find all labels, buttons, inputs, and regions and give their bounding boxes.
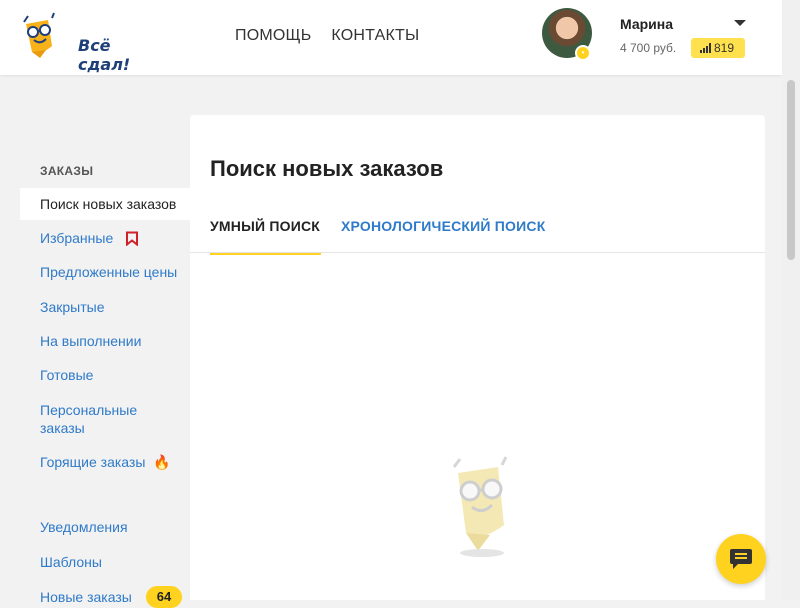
top-nav: ПОМОЩЬ КОНТАКТЫ bbox=[235, 27, 419, 45]
sidebar-item-label: Избранные bbox=[40, 230, 114, 246]
sidebar-item-search-new-orders[interactable]: Поиск новых заказов bbox=[20, 188, 190, 220]
rating-badge: 819 bbox=[691, 38, 745, 58]
sidebar-item-label: Поиск новых заказов bbox=[40, 196, 177, 212]
tab-chronological-search[interactable]: ХРОНОЛОГИЧЕСКИЙ ПОИСК bbox=[341, 215, 545, 252]
chevron-down-icon[interactable] bbox=[734, 20, 746, 26]
user-name: Марина bbox=[620, 16, 674, 32]
mascot-placeholder-icon bbox=[452, 456, 508, 557]
chat-button[interactable] bbox=[716, 534, 766, 584]
rating-value: 819 bbox=[714, 41, 735, 55]
sidebar-item-label: Горящие заказы bbox=[40, 454, 146, 470]
sidebar-item-ready[interactable]: Готовые bbox=[20, 367, 190, 383]
sidebar-item-label: Готовые bbox=[40, 367, 94, 383]
sidebar-item-label: Предложенные цены bbox=[40, 264, 178, 280]
sidebar-item-in-progress[interactable]: На выполнении bbox=[20, 333, 190, 349]
sidebar-item-new-orders[interactable]: Новые заказы 64 bbox=[20, 586, 190, 608]
sidebar-item-label: На выполнении bbox=[40, 333, 142, 349]
sidebar-item-label: Персональные заказы bbox=[40, 402, 138, 436]
page-scrollbar[interactable] bbox=[782, 0, 800, 600]
sidebar-item-closed[interactable]: Закрытые bbox=[20, 299, 190, 315]
sidebar-item-favorites[interactable]: Избранные bbox=[20, 230, 190, 246]
sidebar-item-label: Закрытые bbox=[40, 299, 105, 315]
tabs-divider bbox=[190, 252, 765, 253]
sidebar-item-label: Новые заказы bbox=[40, 589, 132, 605]
chat-icon bbox=[730, 549, 752, 569]
sidebar-item-notifications[interactable]: Уведомления bbox=[20, 519, 190, 535]
tab-smart-search[interactable]: УМНЫЙ ПОИСК bbox=[210, 215, 321, 255]
sidebar-item-offered-prices[interactable]: Предложенные цены bbox=[20, 264, 190, 280]
avatar-status-badge: • bbox=[575, 45, 591, 61]
new-orders-count-badge: 64 bbox=[146, 586, 182, 608]
search-tabs: УМНЫЙ ПОИСК ХРОНОЛОГИЧЕСКИЙ ПОИСК bbox=[210, 215, 765, 255]
main-content-card: Поиск новых заказов УМНЫЙ ПОИСК ХРОНОЛОГ… bbox=[190, 115, 765, 600]
sidebar-item-templates[interactable]: Шаблоны bbox=[20, 554, 190, 570]
user-menu[interactable]: • Марина 4 700 руб. 819 bbox=[542, 8, 762, 64]
logo-text: Всё сдал! bbox=[78, 36, 131, 74]
fire-icon: 🔥 bbox=[153, 454, 171, 470]
rating-bars-icon bbox=[700, 43, 711, 53]
sidebar-item-label: Уведомления bbox=[40, 519, 128, 535]
top-header: Всё сдал! ПОМОЩЬ КОНТАКТЫ • Марина 4 700… bbox=[0, 0, 782, 75]
sidebar-heading: ЗАКАЗЫ bbox=[40, 164, 94, 178]
logo-mascot-icon bbox=[23, 12, 55, 58]
sidebar-item-personal-orders[interactable]: Персональные заказы bbox=[20, 401, 160, 437]
nav-help-link[interactable]: ПОМОЩЬ bbox=[235, 27, 311, 45]
bookmark-icon bbox=[126, 231, 139, 246]
sidebar-item-urgent-orders[interactable]: Горящие заказы 🔥 bbox=[20, 454, 190, 471]
scrollbar-thumb[interactable] bbox=[787, 80, 795, 260]
site-logo[interactable]: Всё сдал! bbox=[18, 12, 138, 74]
nav-contacts-link[interactable]: КОНТАКТЫ bbox=[331, 27, 419, 45]
user-balance: 4 700 руб. bbox=[620, 41, 677, 55]
sidebar-item-label: Шаблоны bbox=[40, 554, 102, 570]
page-title: Поиск новых заказов bbox=[210, 156, 444, 181]
